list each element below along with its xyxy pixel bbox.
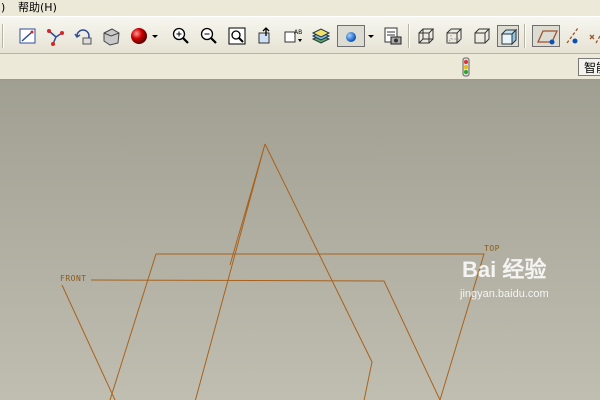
smart-filter-select[interactable]: 智能 [578,58,600,76]
traffic-light-icon[interactable] [460,57,472,77]
datum-point-display-button[interactable] [586,25,600,47]
appearance-button[interactable] [128,25,150,47]
shaded-button[interactable] [497,25,519,47]
shading-button[interactable] [100,25,122,47]
datum-plane-display-icon [536,30,559,45]
hidden-line-icon [446,28,463,44]
baidu-watermark: Bai 经验 jingyan.baidu.com [454,250,594,310]
saved-views-icon [384,27,402,45]
datum-point-display-icon [589,34,600,44]
menu-item-help[interactable]: 帮助(H) [18,0,57,16]
no-hidden-button[interactable] [471,25,493,47]
watermark-url: jingyan.baidu.com [460,288,549,300]
view-manager-button[interactable]: AB [282,25,304,47]
toolbar-separator [408,24,410,48]
datum-label-front[interactable]: FRONT [60,274,87,283]
datum-axis-button[interactable] [44,25,66,47]
chevron-down-icon [152,35,158,38]
model-viewport[interactable]: FRONT TOP [0,80,600,400]
toolbar-separator [2,24,4,48]
reorient-button[interactable] [254,25,276,47]
zoom-in-icon [172,27,189,44]
datum-axis-icon [47,29,64,46]
layers-icon [311,28,331,44]
wireframe-icon [418,28,435,44]
svg-text:AB: AB [294,29,302,36]
regenerate-icon [74,29,92,45]
datum-plane-display-button[interactable] [532,25,560,47]
refit-button[interactable] [226,25,248,47]
toolbar: AB [0,16,600,54]
menu-bar: ) 帮助(H) [0,0,600,16]
datum-axis-display-icon [566,27,579,44]
datum-plane-front [61,279,441,400]
shaded-icon [500,28,518,46]
chevron-down-icon [368,35,374,38]
reorient-icon [258,27,270,44]
shading-icon [103,28,120,46]
datum-plane-top [109,253,485,400]
red-sphere-icon [131,28,147,44]
saved-views-button[interactable] [382,25,404,47]
appearance-dropdown[interactable] [150,25,160,47]
hidden-line-button[interactable] [443,25,465,47]
datum-planes-drawing [61,143,485,400]
datum-plane-right [194,143,373,400]
sketch-icon [19,28,36,44]
display-style-dropdown[interactable] [366,25,376,47]
no-hidden-icon [474,28,491,44]
display-style-button[interactable] [337,25,365,47]
menu-item-partial[interactable]: ) [1,0,5,16]
sketch-button[interactable] [17,25,39,47]
refit-icon [228,27,246,45]
zoom-out-icon [200,27,217,44]
view-manager-icon: AB [284,29,302,43]
zoom-in-button[interactable] [170,25,192,47]
datum-axis-display-button[interactable] [562,25,584,47]
display-style-icon [346,32,356,42]
regenerate-button[interactable] [72,25,94,47]
wireframe-button[interactable] [415,25,437,47]
watermark-logo: Bai 经验 [462,257,547,282]
layers-button[interactable] [310,25,332,47]
zoom-out-button[interactable] [198,25,220,47]
status-bar: 智能 [0,54,600,80]
toolbar-separator [524,24,526,48]
